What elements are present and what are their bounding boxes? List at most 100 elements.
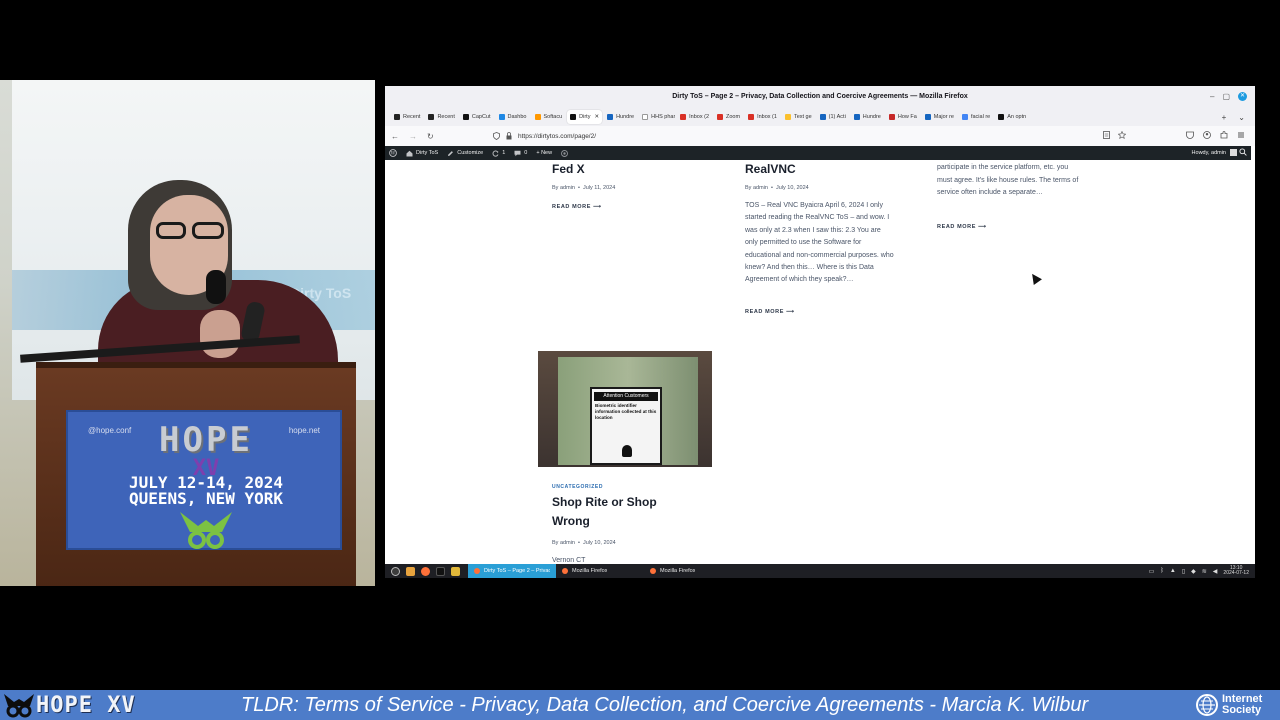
post-author[interactable]: admin (560, 540, 575, 546)
browser-tab[interactable]: Zoom (714, 110, 743, 124)
browser-tab[interactable]: CapCut (460, 110, 494, 124)
browser-tab[interactable]: HHS pharm (639, 110, 675, 124)
globe-icon (1196, 694, 1218, 716)
post-author[interactable]: admin (753, 185, 768, 191)
browser-tab[interactable]: Major re (922, 110, 957, 124)
firefox-icon[interactable] (421, 566, 430, 576)
browser-tab[interactable]: How Fa (886, 110, 920, 124)
tab-label: Zoom (726, 114, 741, 120)
post-author[interactable]: admin (560, 185, 575, 191)
volume-icon[interactable]: ◀ (1213, 568, 1218, 575)
browser-tab[interactable]: Dashbo (496, 110, 530, 124)
tab-favicon-icon (819, 114, 826, 120)
speaker-camera-view: Dirty ToS @hope.conf hope.net HOPE XV JU… (0, 80, 375, 586)
post-title-realvnc[interactable]: RealVNC (745, 160, 796, 179)
notification-icon[interactable]: ▲ (1170, 568, 1176, 574)
sign-date-place: JULY 12-14, 2024 QUEENS, NEW YORK (68, 475, 344, 507)
minimize-icon[interactable]: – (1210, 92, 1214, 101)
account-icon[interactable] (1203, 131, 1211, 139)
search-icon[interactable] (1239, 148, 1247, 156)
lock-icon (506, 132, 512, 140)
shield-tray-icon[interactable]: ◆ (1191, 568, 1196, 575)
browser-tab[interactable]: Recent (425, 110, 457, 124)
browser-tab[interactable]: facial re (959, 110, 993, 124)
tab-favicon-icon (680, 114, 687, 120)
browser-tab[interactable]: Hundre (604, 110, 637, 124)
browser-tab[interactable]: Text ge (782, 110, 815, 124)
tab-favicon-icon (534, 114, 541, 120)
post-title-fedx[interactable]: Fed X (552, 160, 585, 179)
menu-icon[interactable] (1237, 131, 1245, 139)
pocket-icon[interactable] (1186, 131, 1194, 139)
url-bar[interactable]: https://dirtytos.com/page/2/ (489, 129, 1109, 143)
taskbar-window-button[interactable]: Mozilla Firefox (644, 564, 732, 578)
extensions-icon[interactable] (1220, 131, 1228, 139)
bookmark-star-icon[interactable] (1118, 131, 1126, 139)
post-category[interactable]: UNCATEGORIZED (552, 484, 603, 490)
podium-sign: @hope.conf hope.net HOPE XV JULY 12-14, … (66, 410, 342, 550)
wp-updates-link[interactable]: 1 (492, 150, 505, 157)
maximize-icon[interactable]: ▢ (1222, 92, 1230, 101)
wp-new-link[interactable]: + New (536, 150, 552, 156)
wp-customize-link[interactable]: Customize (447, 150, 483, 157)
browser-tab[interactable]: Dirty ✕ (567, 110, 603, 124)
reader-view-icon[interactable] (1103, 131, 1110, 139)
new-tab-icon[interactable]: + (1222, 113, 1227, 122)
read-more-link-third[interactable]: READ MORE ⟶ (937, 224, 987, 230)
reload-icon[interactable]: ↻ (427, 132, 434, 141)
post-featured-image[interactable]: Attention Customers Biometric identifier… (538, 351, 712, 467)
close-window-icon[interactable]: ✕ (1238, 92, 1247, 101)
owl-icon (4, 694, 34, 718)
post-date: July 11, 2024 (582, 185, 616, 191)
isoc-line-2: Society (1222, 704, 1262, 716)
app-menu-icon[interactable] (391, 566, 400, 576)
talk-title: TLDR: Terms of Service - Privacy, Data C… (241, 694, 1089, 716)
browser-tab[interactable]: An optn (995, 110, 1029, 124)
tab-label: An optn (1007, 114, 1027, 120)
site-health-icon[interactable] (561, 149, 569, 157)
back-icon[interactable]: ← (391, 132, 399, 141)
sign-place: QUEENS, NEW YORK (128, 489, 284, 508)
files-icon[interactable] (406, 566, 415, 576)
url-bar-actions (1103, 131, 1126, 139)
wp-comments-link[interactable]: 0 (514, 150, 527, 157)
wordpress-icon[interactable]: W (389, 149, 397, 157)
browser-tab[interactable]: Inbox (1 (745, 110, 780, 124)
post-title-shoprite[interactable]: Shop Rite or Shop Wrong (552, 493, 692, 531)
tab-label: Inbox (2 (689, 114, 709, 120)
browser-tab[interactable]: Recent (391, 110, 423, 124)
comment-icon (514, 150, 521, 156)
tab-label: facial re (970, 114, 991, 120)
wp-site-name: Dirty ToS (416, 150, 439, 156)
browser-tab[interactable]: Hundre (851, 110, 884, 124)
tab-favicon-icon (607, 114, 614, 120)
browser-tab[interactable]: Inbox (2 (677, 110, 712, 124)
read-more-link-realvnc[interactable]: READ MORE ⟶ (745, 309, 795, 315)
wifi-icon[interactable]: ≋ (1202, 568, 1207, 575)
speaker-hand (200, 310, 240, 358)
wp-account-menu[interactable]: Howdy, admin (1192, 149, 1237, 156)
folder-icon[interactable] (451, 566, 460, 576)
tab-favicon-icon (394, 114, 400, 120)
browser-tab[interactable]: Softacu (532, 110, 566, 124)
browser-tab[interactable]: (1) Acti (817, 110, 849, 124)
taskbar-clock[interactable]: 13:10 2024-07-12 (1223, 565, 1249, 577)
read-more-link-fedx[interactable]: READ MORE ⟶ (552, 204, 602, 210)
video-frame: Dirty ToS @hope.conf hope.net HOPE XV JU… (0, 0, 1280, 720)
forward-icon[interactable]: → (409, 132, 417, 141)
bluetooth-icon[interactable]: ᛒ (1160, 568, 1164, 574)
system-tray: ▭ ᛒ ▲ ▯ ◆ ≋ ◀ 13:10 2024-07-12 (1149, 564, 1249, 578)
wp-customize-label: Customize (457, 150, 484, 156)
wp-site-name-link[interactable]: Dirty ToS (406, 150, 438, 157)
close-tab-icon[interactable]: ✕ (594, 114, 599, 120)
taskbar-window-button[interactable]: Mozilla Firefox (556, 564, 644, 578)
url-text[interactable]: https://dirtytos.com/page/2/ (518, 133, 596, 140)
taskbar-window-button[interactable]: Dirty ToS – Page 2 – Privac (468, 564, 556, 578)
clipboard-icon[interactable]: ▯ (1182, 568, 1185, 575)
tab-label: Recent (437, 114, 455, 120)
tab-label: Hundre (616, 114, 635, 120)
network-icon[interactable]: ▭ (1149, 568, 1155, 575)
tab-list-icon[interactable]: ⌄ (1238, 113, 1245, 122)
terminal-icon[interactable] (436, 566, 445, 576)
tab-label: Inbox (1 (757, 114, 777, 120)
